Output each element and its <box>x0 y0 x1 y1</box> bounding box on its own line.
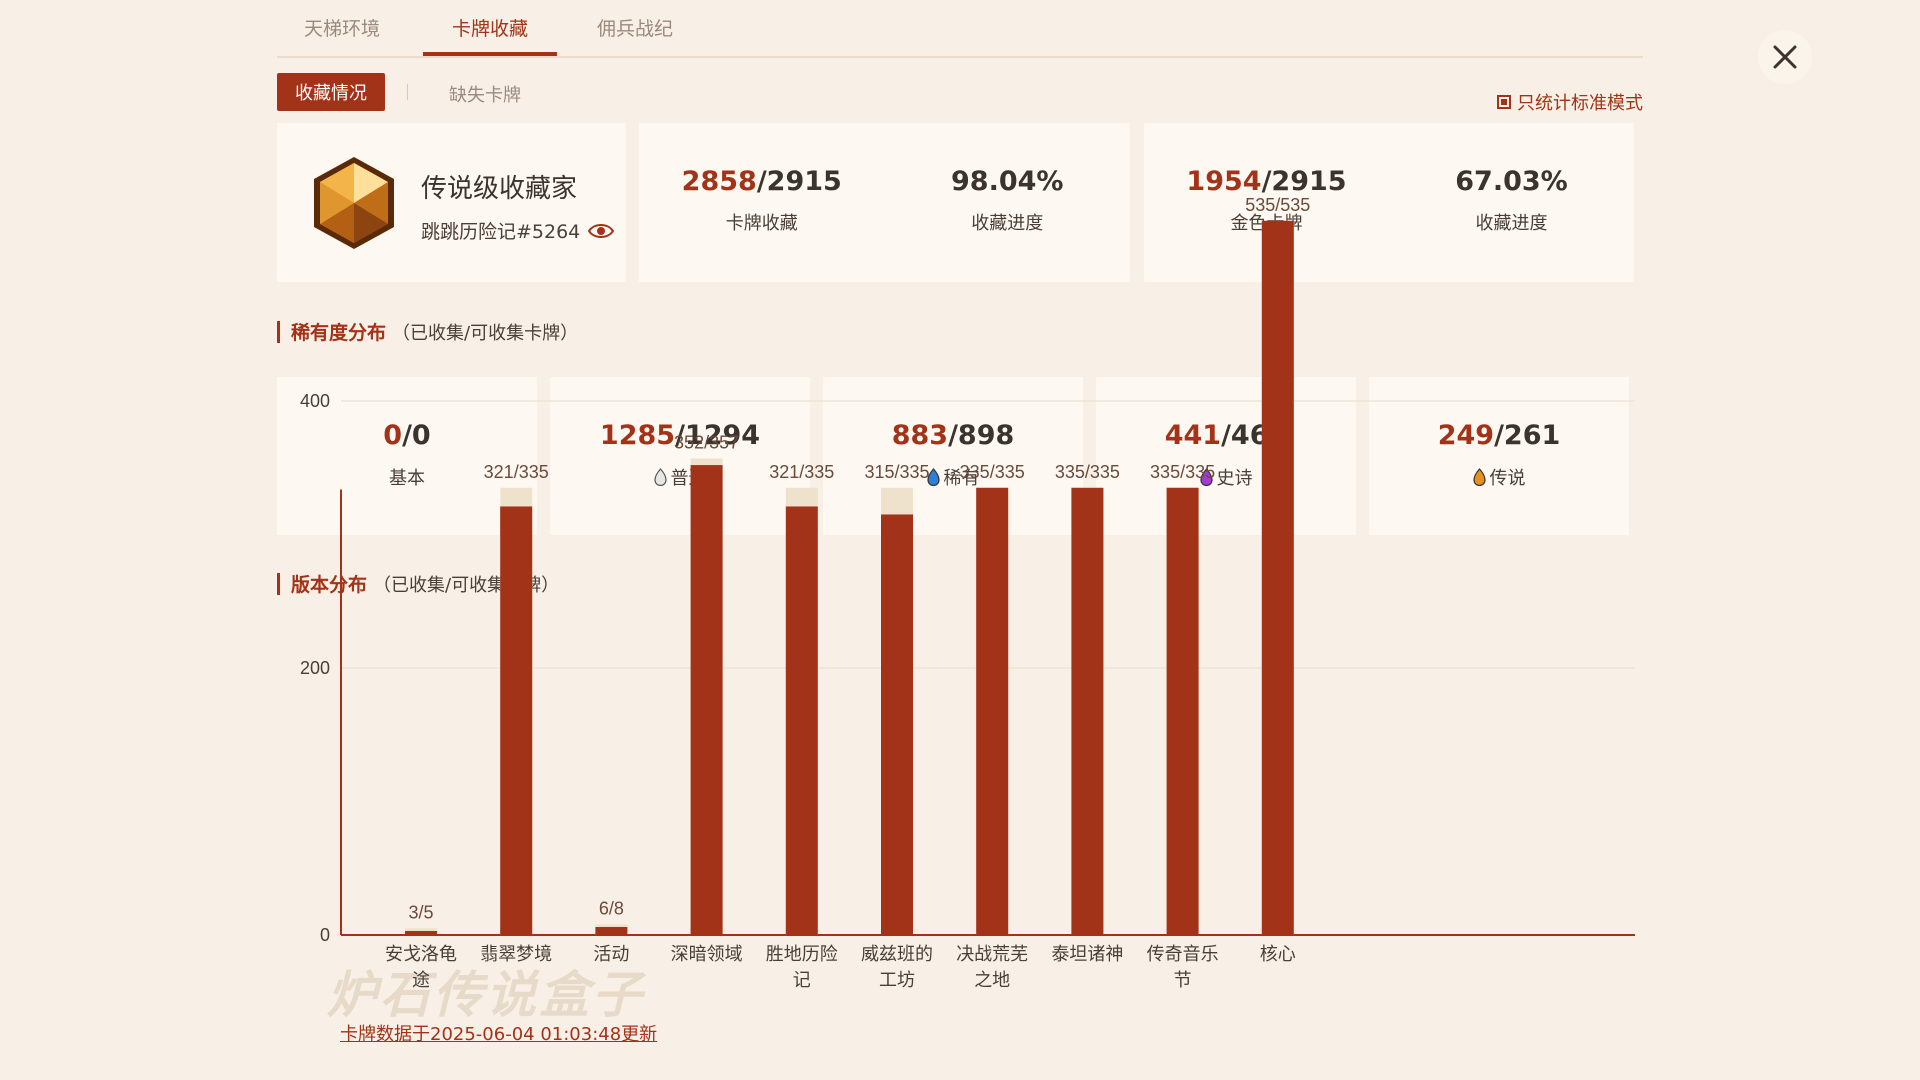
collection-panel: 天梯环境 卡牌收藏 佣兵战纪 收藏情况 缺失卡牌 只统计标准模式 传说级收藏家 <box>277 0 1643 1080</box>
rarity-card-basic: 0/0 基本 <box>277 377 537 535</box>
common-gem-icon <box>653 468 667 486</box>
rarity-card-legendary: 249/261 传说 <box>1369 377 1629 535</box>
rarity-card-epic: 441/462 史诗 <box>1096 377 1356 535</box>
epic-gem-icon <box>1199 468 1213 486</box>
section-marker <box>277 320 280 343</box>
collector-title: 传说级收藏家 <box>421 174 578 204</box>
profile-card: 传说级收藏家 跳跳历险记#5264 <box>277 123 626 282</box>
rarity-section-title: 稀有度分布 <box>291 322 387 344</box>
rarity-card-rare: 883/898 稀有 <box>823 377 1083 535</box>
top-tabs: 天梯环境 卡牌收藏 佣兵战纪 <box>277 0 1643 58</box>
subtab-missing-cards[interactable]: 缺失卡牌 <box>449 81 521 107</box>
section-marker <box>277 572 280 595</box>
player-name-text: 跳跳历险记#5264 <box>421 221 581 243</box>
close-button[interactable] <box>1758 30 1812 84</box>
collection-percent: 98.04% <box>951 166 1064 197</box>
rare-gem-icon <box>926 468 940 486</box>
tab-ladder[interactable]: 天梯环境 <box>304 14 380 41</box>
collection-count: 2858/2915 <box>681 166 842 197</box>
version-section-header: 版本分布 （已收集/可收集卡牌） <box>277 570 559 597</box>
watermark: 炉石传说盒子 <box>327 966 645 1024</box>
eye-icon[interactable] <box>588 222 615 240</box>
subtab-divider <box>407 84 408 100</box>
golden-percent: 67.03% <box>1455 166 1568 197</box>
golden-count: 1954/2915 <box>1186 166 1347 197</box>
collection-stats-card: 2858/2915 卡牌收藏 98.04% 收藏进度 <box>639 123 1130 282</box>
standard-mode-label: 只统计标准模式 <box>1517 93 1643 114</box>
update-timestamp-link[interactable]: 卡牌数据于2025-06-04 01:03:48更新 <box>340 1020 657 1046</box>
checkbox-icon <box>1497 95 1511 109</box>
active-tab-underline <box>423 52 557 56</box>
tab-card-collection[interactable]: 卡牌收藏 <box>452 14 528 41</box>
golden-label: 金色卡牌 <box>1230 213 1303 234</box>
collection-label: 卡牌收藏 <box>725 213 798 234</box>
golden-percent-label: 收藏进度 <box>1475 213 1548 234</box>
close-icon <box>1773 45 1797 69</box>
subtab-collection-status[interactable]: 收藏情况 <box>277 73 385 111</box>
version-section-title: 版本分布 <box>291 574 368 596</box>
player-name: 跳跳历险记#5264 <box>421 217 615 244</box>
rarity-section-subtitle: （已收集/可收集卡牌） <box>392 322 579 344</box>
rarity-section-header: 稀有度分布 （已收集/可收集卡牌） <box>277 318 578 345</box>
version-section-subtitle: （已收集/可收集卡牌） <box>373 574 560 596</box>
collection-percent-label: 收藏进度 <box>971 213 1044 234</box>
legendary-gem-icon <box>1472 468 1486 486</box>
rarity-card-common: 1285/1294 普通 <box>550 377 810 535</box>
tab-mercenaries[interactable]: 佣兵战纪 <box>597 14 673 41</box>
collector-gem-icon <box>314 157 394 249</box>
standard-mode-checkbox[interactable]: 只统计标准模式 <box>1497 89 1643 115</box>
golden-stats-card: 1954/2915 金色卡牌 67.03% 收藏进度 <box>1144 123 1634 282</box>
